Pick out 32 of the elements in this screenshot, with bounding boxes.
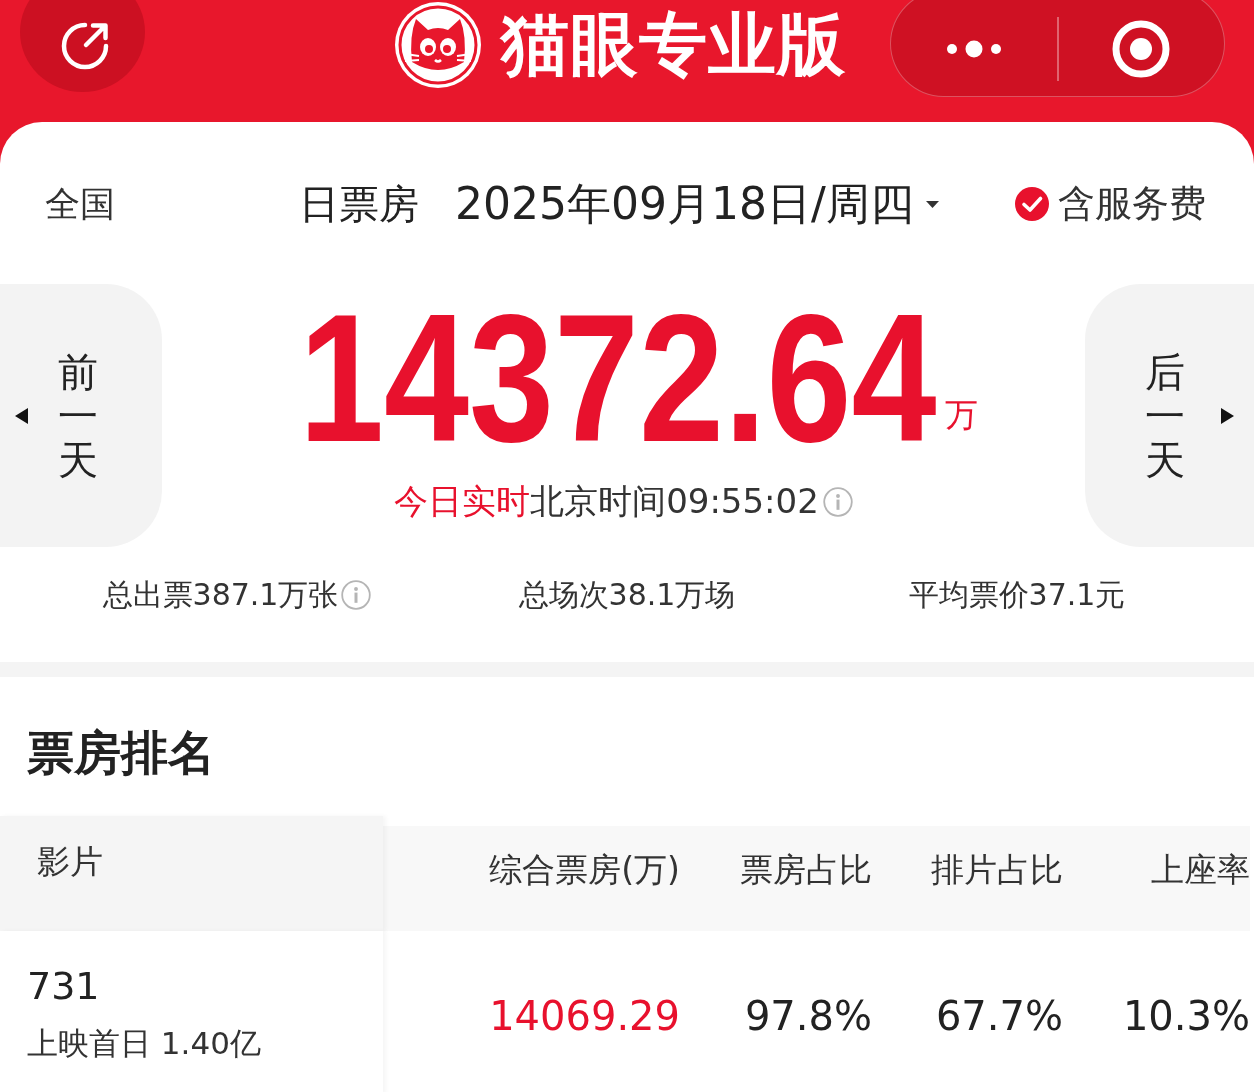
mode-label: 日票房 bbox=[299, 179, 419, 229]
movie-title[interactable]: 731 bbox=[27, 963, 100, 1009]
time-label: 北京时间09:55:02 bbox=[530, 481, 819, 522]
column-header[interactable]: 排片占比 bbox=[872, 826, 1063, 931]
next-day-button[interactable]: 后一天 bbox=[1085, 284, 1254, 547]
realtime-label: 今日实时 bbox=[394, 481, 531, 522]
caret-icon bbox=[925, 200, 939, 208]
stat-label: 总出票387.1万张 bbox=[102, 575, 339, 614]
app-title: 猫眼专业版 bbox=[501, 4, 846, 86]
column-header[interactable]: 影片 bbox=[0, 816, 383, 931]
stat-label: 总场次38.1万场 bbox=[518, 575, 736, 614]
more-icon[interactable] bbox=[945, 38, 1002, 59]
left-triangle-icon bbox=[15, 407, 28, 424]
section-title: 票房排名 bbox=[26, 724, 216, 782]
table-cell: 67.7% bbox=[935, 993, 1063, 1039]
box-office-total: 14372.64 bbox=[299, 287, 938, 469]
stat-label: 平均票价37.1元 bbox=[908, 575, 1126, 614]
table-cell: 14069.29 bbox=[489, 993, 680, 1039]
column-header[interactable]: 票房占比 bbox=[680, 826, 872, 931]
release-note: 上映首日 1.40亿 bbox=[27, 1024, 261, 1063]
region-label[interactable]: 全国 bbox=[45, 180, 115, 228]
date-selector[interactable]: 2025年09月18日/周四 bbox=[455, 174, 939, 234]
column-header[interactable]: 综合票房(万) bbox=[383, 826, 680, 931]
table-cell: 10.3% bbox=[1122, 993, 1250, 1039]
check-icon[interactable] bbox=[1014, 186, 1050, 222]
unit-label: 万 bbox=[944, 398, 978, 431]
column-header[interactable]: 上座率 bbox=[1063, 826, 1250, 931]
right-triangle-icon bbox=[1221, 407, 1234, 424]
prev-day-button[interactable]: 前一天 bbox=[0, 284, 162, 547]
table-cell: 97.8% bbox=[744, 993, 872, 1039]
service-fee-label: 含服务费 bbox=[1058, 181, 1206, 227]
target-icon[interactable] bbox=[1111, 18, 1172, 79]
